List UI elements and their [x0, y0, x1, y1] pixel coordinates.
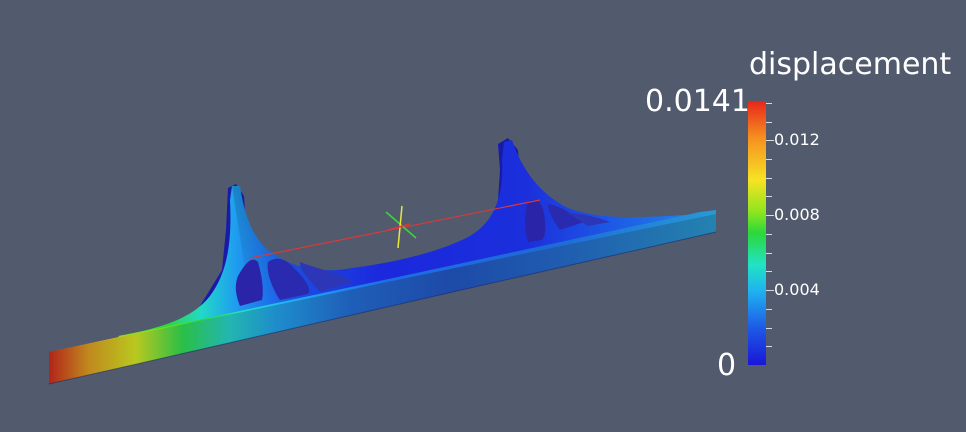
colorbar-max-label: 0.0141	[645, 84, 750, 119]
colorbar-minor-tick	[766, 346, 772, 347]
colorbar-tick-label: 0.008	[774, 205, 820, 224]
colorbar-minor-tick	[766, 122, 772, 123]
colorbar-major-tick	[766, 290, 774, 291]
colorbar-tick-label: 0.004	[774, 280, 820, 299]
colorbar-minor-tick	[766, 253, 772, 254]
colorbar-minor-tick	[766, 309, 772, 310]
colorbar-minor-tick	[766, 328, 772, 329]
colorbar-minor-tick	[766, 234, 772, 235]
colorbar-min-label: 0	[717, 348, 737, 383]
colorbar-major-tick	[766, 215, 774, 216]
colorbar-minor-tick	[766, 103, 772, 104]
colorbar-minor-tick	[766, 178, 772, 179]
colorbar-minor-tick	[766, 196, 772, 197]
colorbar-title: displacement	[749, 47, 952, 82]
colorbar-minor-tick	[766, 159, 772, 160]
colorbar-major-tick	[766, 140, 774, 141]
colorbar-gradient	[748, 101, 766, 365]
colorbar-tick-label: 0.012	[774, 130, 820, 149]
scalar-color-legend: displacement 0.0141 0 0.004 0.008 0.012	[0, 0, 966, 432]
colorbar-minor-tick	[766, 271, 772, 272]
